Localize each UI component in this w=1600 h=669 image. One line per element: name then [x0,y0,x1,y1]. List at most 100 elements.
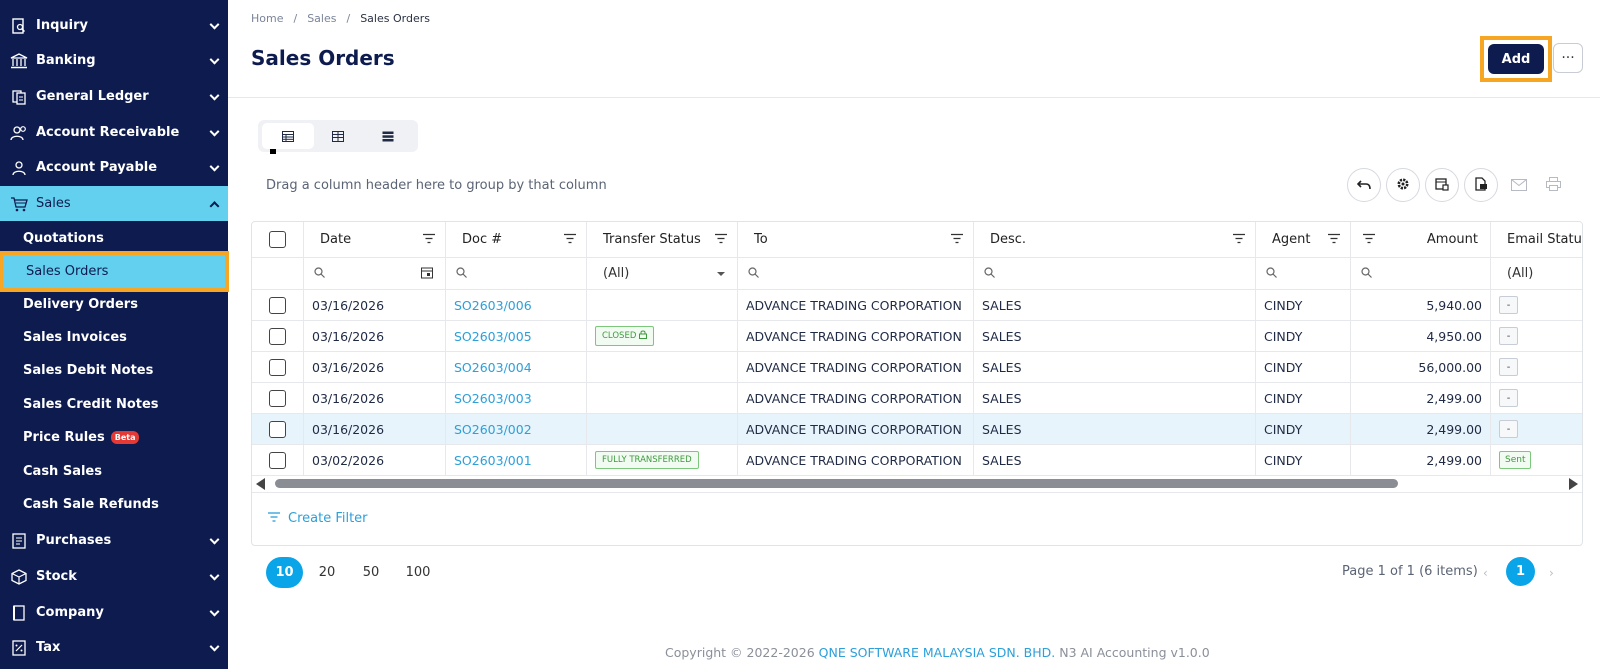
view-list-button[interactable] [362,123,414,149]
sub-item-label: Cash Sale Refunds [23,497,159,512]
table-row[interactable]: 03/16/2026 SO2603/004 ADVANCE TRADING CO… [252,352,1582,383]
cell-date: 03/16/2026 [304,290,446,320]
row-checkbox[interactable] [269,389,286,407]
agent-filter-input[interactable] [1256,258,1351,289]
calendar-icon[interactable] [421,266,433,281]
sidebar: Inquiry Banking General Ledger Account R… [0,0,229,669]
date-filter-input[interactable] [304,258,446,289]
sidebar-sub-sales-orders[interactable]: Sales Orders [0,251,229,292]
sub-item-label: Price Rules [23,430,105,445]
filter-icon[interactable] [715,232,727,247]
scroll-right-arrow[interactable] [1569,478,1578,490]
sidebar-item-purchases[interactable]: Purchases [0,523,228,558]
email-status-filter-select[interactable]: (All) [1491,258,1582,289]
undo-button[interactable] [1347,168,1381,202]
filter-icon[interactable] [564,232,576,247]
filter-icon[interactable] [951,232,963,247]
column-header-agent[interactable]: Agent [1256,222,1351,257]
filter-select-value: (All) [603,266,630,281]
sidebar-item-account-receivable[interactable]: Account Receivable [0,115,228,150]
add-button[interactable]: Add [1488,44,1544,74]
group-panel-hint[interactable]: Drag a column header here to group by th… [266,178,607,193]
select-all-checkbox[interactable] [269,231,286,248]
view-grid-button[interactable] [262,123,314,149]
doc-link[interactable]: SO2603/004 [454,360,532,375]
column-header-to[interactable]: To [738,222,974,257]
table-row[interactable]: 03/16/2026 SO2603/002 ADVANCE TRADING CO… [252,414,1582,445]
sidebar-sub-sales-invoices[interactable]: Sales Invoices [0,321,228,354]
next-page-button[interactable]: › [1549,566,1554,580]
filter-icon[interactable] [1328,232,1340,247]
sidebar-item-tax[interactable]: Tax [0,630,228,665]
to-filter-input[interactable] [738,258,974,289]
sidebar-sub-cash-sale-refunds[interactable]: Cash Sale Refunds [0,488,228,521]
export-button[interactable] [1464,168,1498,202]
cell-transfer-status [587,383,738,413]
scroll-left-arrow[interactable] [256,478,265,490]
filter-cell-blank [252,258,304,289]
column-header-transfer-status[interactable]: Transfer Status [587,222,738,257]
breadcrumb-sales[interactable]: Sales [307,12,336,25]
filter-icon[interactable] [1233,232,1245,247]
page-size-10[interactable]: 10 [266,557,303,588]
sidebar-sub-cash-sales[interactable]: Cash Sales [0,455,228,488]
prev-page-button[interactable]: ‹ [1483,566,1488,580]
sidebar-item-general-ledger[interactable]: General Ledger [0,79,228,114]
sidebar-sub-delivery-orders[interactable]: Delivery Orders [0,288,228,321]
page-size-100[interactable]: 100 [402,557,434,588]
print-button[interactable] [1543,175,1563,195]
table-row[interactable]: 03/16/2026 SO2603/006 ADVANCE TRADING CO… [252,290,1582,321]
column-chooser-button[interactable] [1425,168,1459,202]
create-filter-button[interactable]: Create Filter [268,511,368,526]
sidebar-sub-sales-debit-notes[interactable]: Sales Debit Notes [0,354,228,387]
doc-link[interactable]: SO2603/003 [454,391,532,406]
amount-filter-input[interactable] [1351,258,1491,289]
sidebar-item-account-payable[interactable]: Account Payable [0,150,228,185]
more-options-button[interactable]: ··· [1553,43,1583,73]
doc-link[interactable]: SO2603/006 [454,298,532,313]
sidebar-item-sales[interactable]: Sales [0,186,228,221]
doc-link[interactable]: SO2603/005 [454,329,532,344]
transfer-status-filter-select[interactable]: (All) [587,258,738,289]
doc-link[interactable]: SO2603/002 [454,422,532,437]
sidebar-sub-price-rules[interactable]: Price Rules Beta [0,421,228,454]
column-header-amount[interactable]: Amount [1351,222,1491,257]
sidebar-item-stock[interactable]: Stock [0,559,228,594]
row-checkbox[interactable] [269,358,286,376]
settings-button[interactable] [1386,168,1420,202]
scrollbar-thumb[interactable] [275,479,1398,488]
sidebar-item-company[interactable]: Company [0,595,228,630]
sidebar-item-label: Purchases [36,533,112,548]
doc-filter-input[interactable] [446,258,587,289]
footer-prefix: Copyright © 2022-2026 [665,645,819,660]
sidebar-item-inquiry[interactable]: Inquiry [0,8,228,43]
table-row[interactable]: 03/16/2026 SO2603/003 ADVANCE TRADING CO… [252,383,1582,414]
filter-icon[interactable] [1363,232,1375,247]
row-checkbox[interactable] [269,296,286,314]
desc-filter-input[interactable] [974,258,1256,289]
column-header-date[interactable]: Date [304,222,446,257]
sidebar-item-banking[interactable]: Banking [0,43,228,78]
breadcrumb-home[interactable]: Home [251,12,283,25]
cell-date: 03/02/2026 [304,445,446,475]
page-size-20[interactable]: 20 [314,557,340,588]
sidebar-sub-sales-credit-notes[interactable]: Sales Credit Notes [0,388,228,421]
row-checkbox[interactable] [269,451,286,469]
row-checkbox[interactable] [269,327,286,345]
horizontal-scrollbar[interactable] [251,475,1583,491]
row-checkbox[interactable] [269,420,286,438]
filter-icon[interactable] [423,232,435,247]
page-size-50[interactable]: 50 [358,557,384,588]
view-table-button[interactable] [312,123,364,149]
column-header-desc[interactable]: Desc. [974,222,1256,257]
sidebar-sub-quotations[interactable]: Quotations [0,222,228,255]
beta-badge: Beta [110,431,140,444]
email-button[interactable] [1509,175,1529,195]
column-header-doc[interactable]: Doc # [446,222,587,257]
page-button-1[interactable]: 1 [1506,557,1535,586]
column-header-email-status[interactable]: Email Status [1491,222,1582,257]
table-row[interactable]: 03/16/2026 SO2603/005 CLOSED ADVANCE TRA… [252,321,1582,352]
footer-company-link[interactable]: QNE SOFTWARE MALAYSIA SDN. BHD. [819,645,1056,660]
table-row[interactable]: 03/02/2026 SO2603/001 FULLY TRANSFERRED … [252,445,1582,476]
doc-link[interactable]: SO2603/001 [454,453,532,468]
